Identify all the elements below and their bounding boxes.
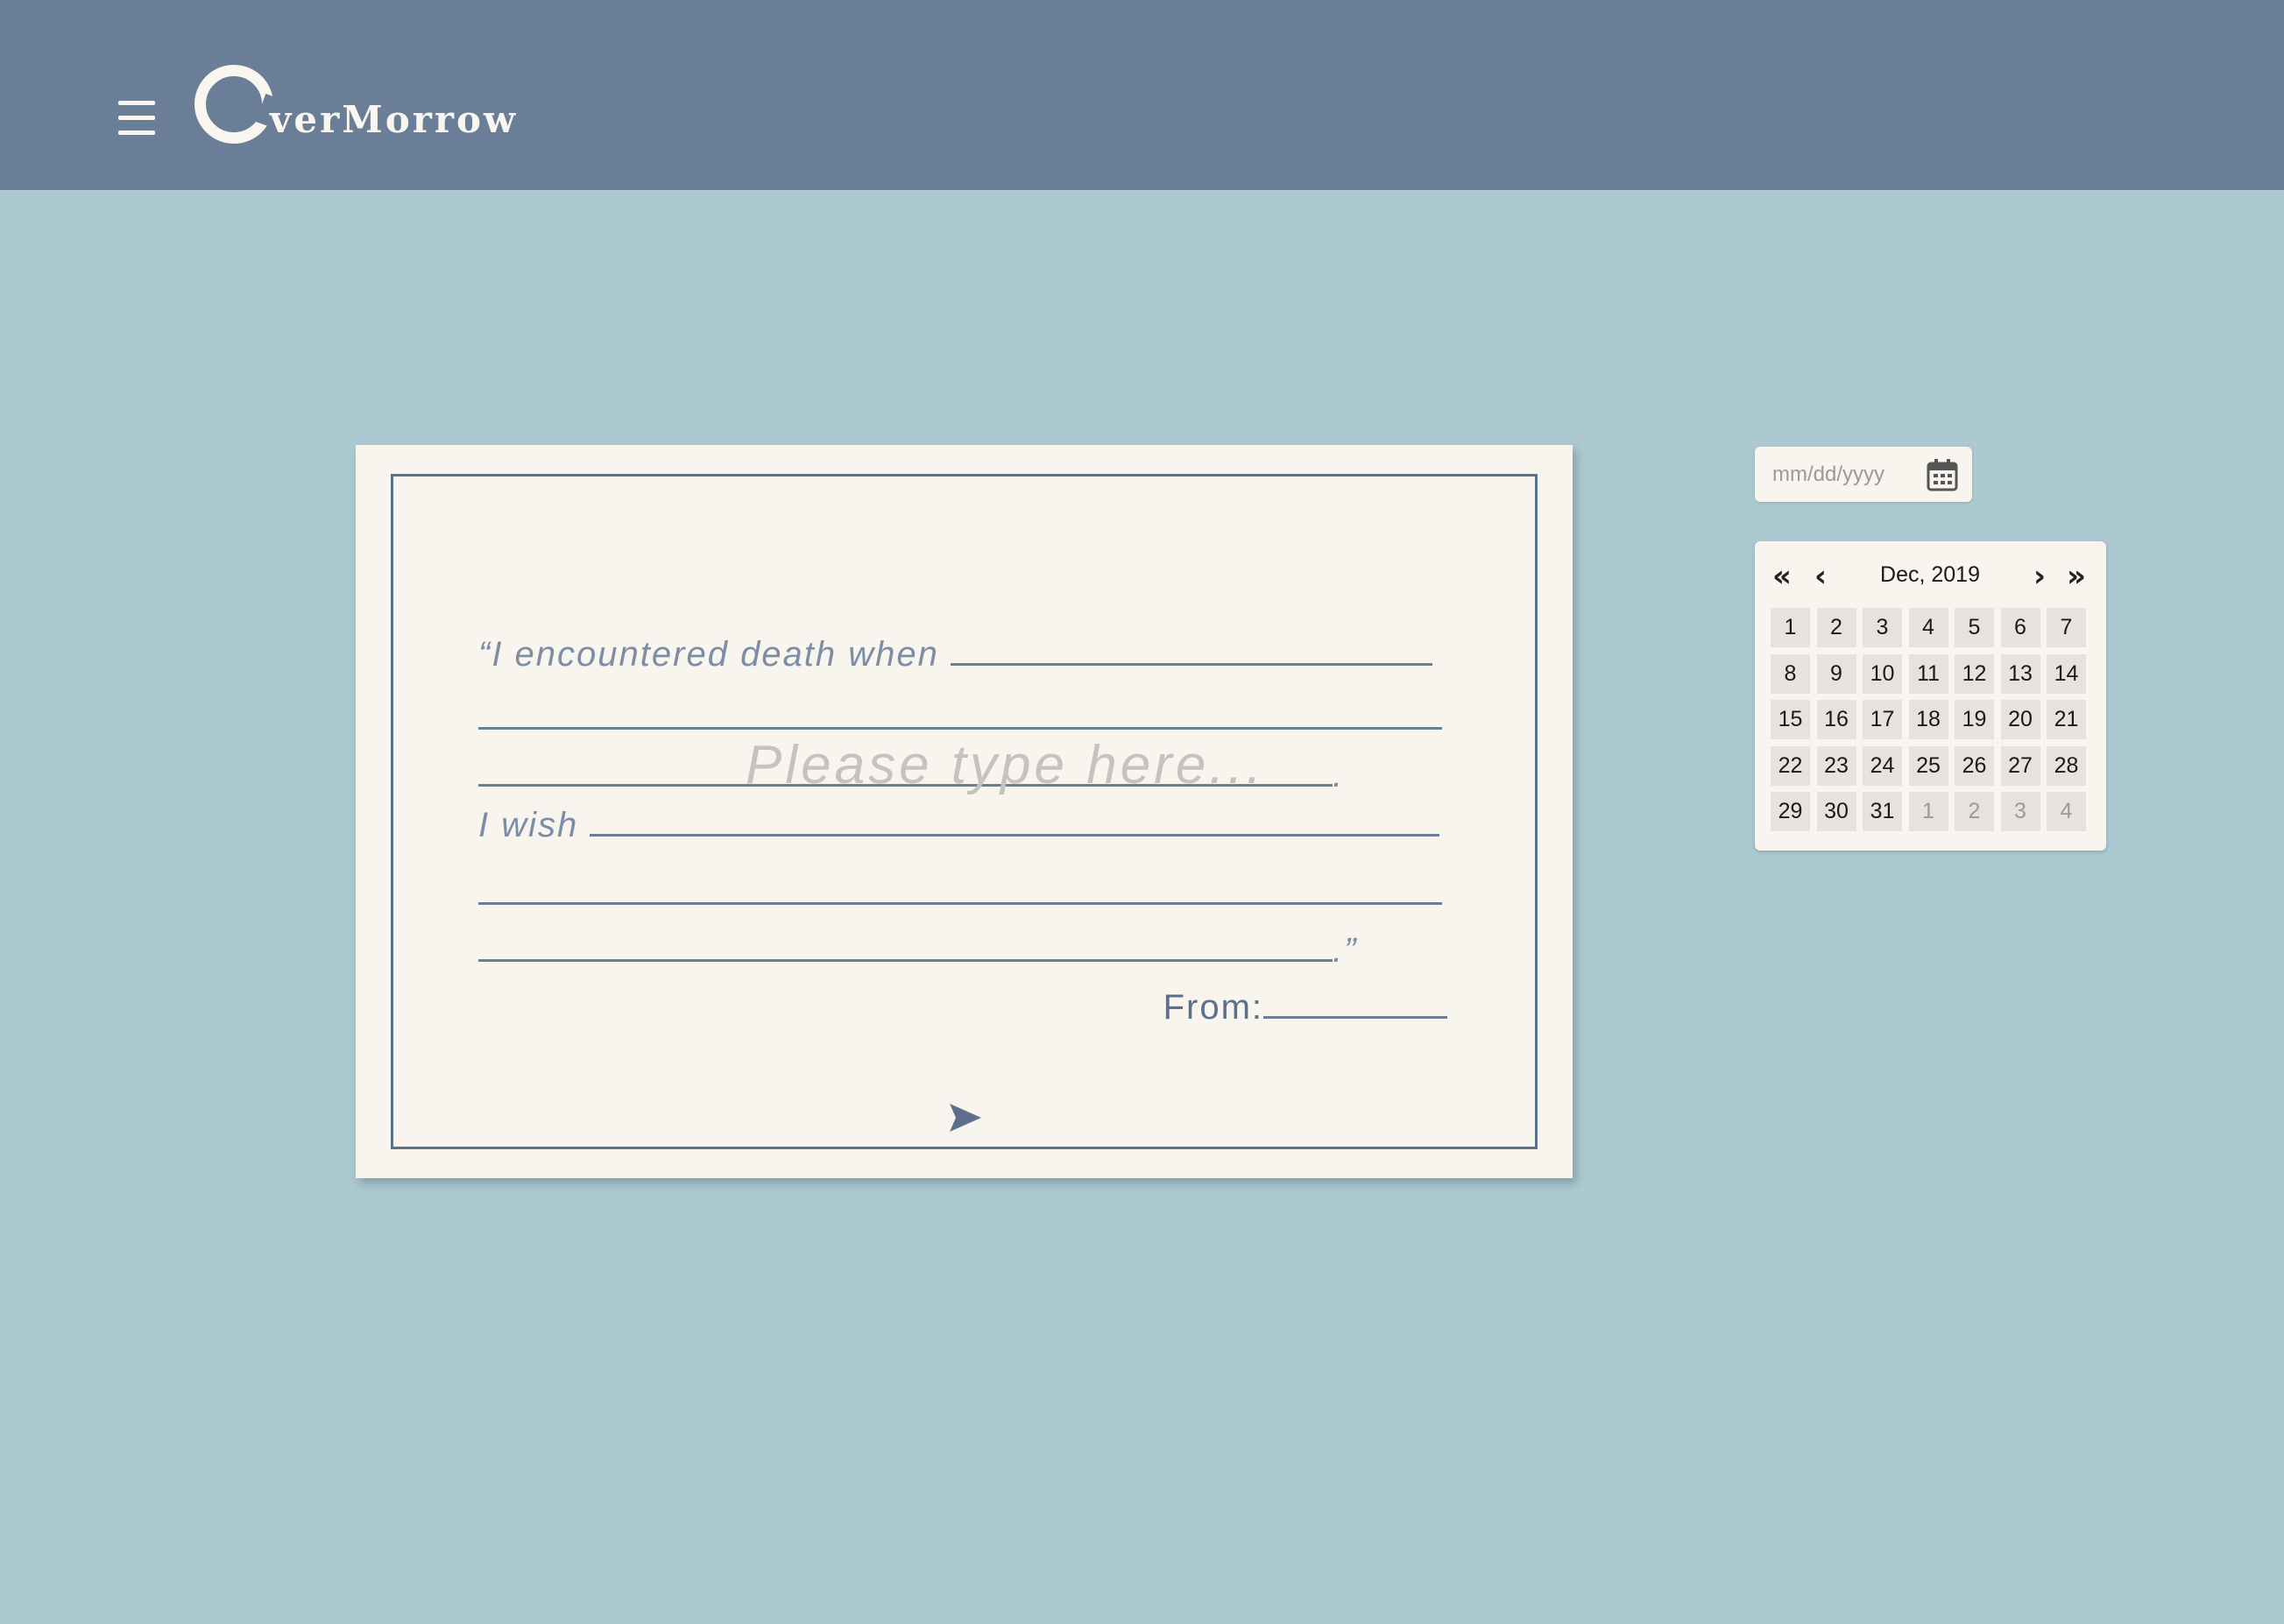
calendar-day[interactable]: 10 [1863,653,1902,694]
calendar-day[interactable]: 9 [1816,653,1856,694]
date-picker-field[interactable] [1755,447,1972,502]
line1-prefix: “I encountered death when [478,635,939,674]
calendar-day[interactable]: 4 [1908,608,1948,647]
hamburger-menu-icon[interactable] [118,101,155,136]
blank-6[interactable] [478,932,1333,962]
calendar-day[interactable]: 18 [1908,700,1948,739]
calendar-day[interactable]: 17 [1863,700,1902,739]
logo-text: verMorrow [270,98,519,141]
calendar-day[interactable]: 24 [1863,745,1902,786]
calendar-day[interactable]: 8 [1771,653,1810,694]
calendar-day[interactable]: 1 [1771,608,1810,647]
from-field: From: [1163,988,1447,1027]
calendar-day[interactable]: 20 [2000,700,2040,739]
calendar-day[interactable]: 6 [2000,608,2040,647]
blank-5[interactable] [478,875,1442,905]
calendar-grid: 1 2 3 4 5 6 7 8 9 10 11 12 13 14 15 16 17 18 19 20 21 22 23 24 2… [1771,608,2091,831]
calendar-day[interactable]: 26 [1955,745,1994,786]
calendar-month-label: Dec, 2019 [1880,562,1980,587]
calendar-day[interactable]: 11 [1908,653,1948,694]
calendar-day[interactable]: 30 [1816,792,1856,831]
line6-suffix: .” [1333,931,1358,970]
calendar-day[interactable]: 3 [2000,792,2040,831]
calendar-day[interactable]: 23 [1816,745,1856,786]
calendar-day[interactable]: 14 [2047,653,2086,694]
next-month-icon[interactable]: › [2025,559,2054,594]
blank-2[interactable] [478,700,1442,730]
line4-prefix: I wish [478,806,579,844]
calendar-day[interactable]: 27 [2000,745,2040,786]
calendar-day[interactable]: 3 [1863,608,1902,647]
calendar-day[interactable]: 25 [1908,745,1948,786]
card-line-5 [478,874,1442,914]
calendar-day[interactable]: 1 [1908,792,1948,831]
from-blank[interactable] [1263,989,1447,1019]
calendar-day[interactable]: 29 [1771,792,1810,831]
card-line-4: I wish [478,806,1440,845]
calendar-day[interactable]: 2 [1816,608,1856,647]
logo-ring-icon [194,65,273,144]
logo[interactable]: verMorrow [191,61,524,149]
card-line-2 [478,699,1442,738]
card-line-6: .” [478,931,1357,971]
calendar-day[interactable]: 21 [2047,700,2086,739]
card-line-1: “I encountered death when [478,635,1433,674]
calendar-day[interactable]: 4 [2047,792,2086,831]
calendar-day[interactable]: 19 [1955,700,1994,739]
send-icon[interactable] [948,1102,983,1133]
calendar-day[interactable]: 15 [1771,700,1810,739]
calendar-popup: « ‹ Dec, 2019 › » 1 2 3 4 5 6 7 8 9 10 11 12 13 14 15 1… [1755,541,2106,851]
calendar-day[interactable]: 16 [1816,700,1856,739]
prev-month-icon[interactable]: ‹ [1806,559,1835,594]
next-year-icon[interactable]: » [2061,559,2091,594]
from-label: From: [1163,988,1263,1027]
blank-1[interactable] [951,636,1433,666]
line3-suffix: . [1333,756,1345,794]
calendar-day[interactable]: 22 [1771,745,1810,786]
calendar-day[interactable]: 28 [2047,745,2086,786]
message-placeholder[interactable]: Please type here... [746,734,1265,796]
calendar-icon[interactable] [1926,457,1959,492]
calendar-day[interactable]: 12 [1955,653,1994,694]
header: verMorrow [0,0,2284,190]
blank-4[interactable] [590,807,1440,837]
calendar-day[interactable]: 2 [1955,792,1994,831]
calendar-day[interactable]: 5 [1955,608,1994,647]
calendar-day[interactable]: 13 [2000,653,2040,694]
calendar-day[interactable]: 7 [2047,608,2086,647]
postcard: “I encountered death when . I wish .” Pl… [356,445,1573,1178]
date-input[interactable] [1755,447,1921,502]
prev-year-icon[interactable]: « [1767,559,1797,594]
calendar-day[interactable]: 31 [1863,792,1902,831]
